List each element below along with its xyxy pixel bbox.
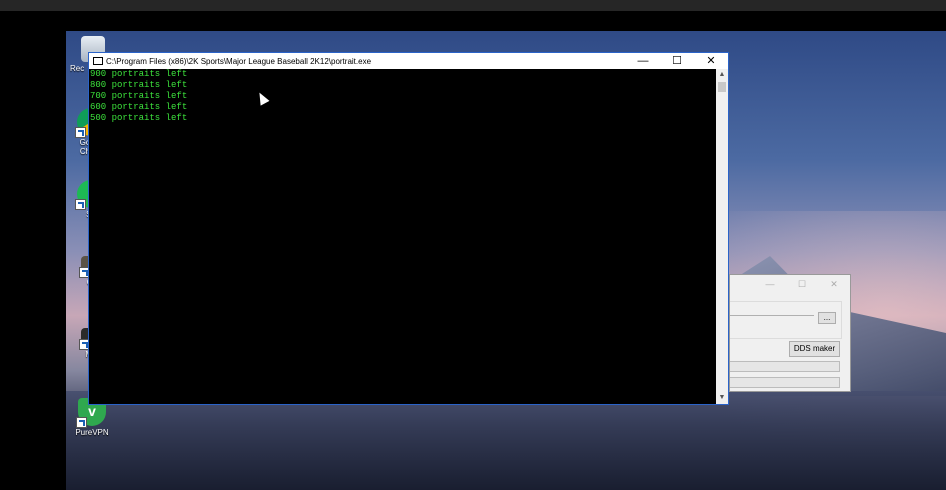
dds-progress-bar-2	[730, 377, 840, 388]
console-minimize-button[interactable]: —	[626, 53, 660, 69]
dds-progress-bar-1	[730, 361, 840, 372]
dds-maker-window[interactable]: — ☐ ✕ ... DDS maker	[729, 274, 851, 392]
console-scrollbar[interactable]: ▲ ▼	[716, 69, 728, 404]
console-output[interactable]: 900 portraits left 800 portraits left 70…	[89, 69, 716, 404]
console-app-icon	[93, 57, 103, 65]
console-line: 500 portraits left	[90, 113, 188, 123]
console-window[interactable]: C:\Program Files (x86)\2K Sports\Major L…	[88, 52, 729, 405]
console-maximize-button[interactable]: ☐	[660, 53, 694, 69]
shortcut-arrow-icon	[75, 199, 86, 210]
console-close-button[interactable]: ✕	[694, 53, 728, 69]
dds-path-field[interactable]	[730, 313, 814, 316]
dds-titlebar: — ☐ ✕	[730, 275, 850, 293]
scroll-up-icon[interactable]: ▲	[716, 69, 728, 81]
console-titlebar[interactable]: C:\Program Files (x86)\2K Sports\Major L…	[89, 53, 728, 69]
dds-browse-button[interactable]: ...	[818, 312, 836, 324]
console-line: 700 portraits left	[90, 91, 188, 101]
dds-close-button[interactable]: ✕	[818, 279, 850, 290]
dds-minimize-button[interactable]: —	[754, 279, 786, 289]
dds-maker-button[interactable]: DDS maker	[789, 341, 840, 357]
scrollbar-thumb[interactable]	[718, 82, 726, 92]
scroll-down-icon[interactable]: ▼	[716, 392, 728, 404]
console-line: 800 portraits left	[90, 80, 188, 90]
top-bar	[0, 0, 946, 11]
console-line: 900 portraits left	[90, 69, 188, 79]
shortcut-arrow-icon	[75, 127, 86, 138]
wallpaper-lake	[66, 391, 946, 490]
console-title: C:\Program Files (x86)\2K Sports\Major L…	[106, 56, 372, 66]
shortcut-arrow-icon	[76, 417, 87, 428]
console-line: 600 portraits left	[90, 102, 188, 112]
dds-maximize-button[interactable]: ☐	[786, 279, 818, 290]
